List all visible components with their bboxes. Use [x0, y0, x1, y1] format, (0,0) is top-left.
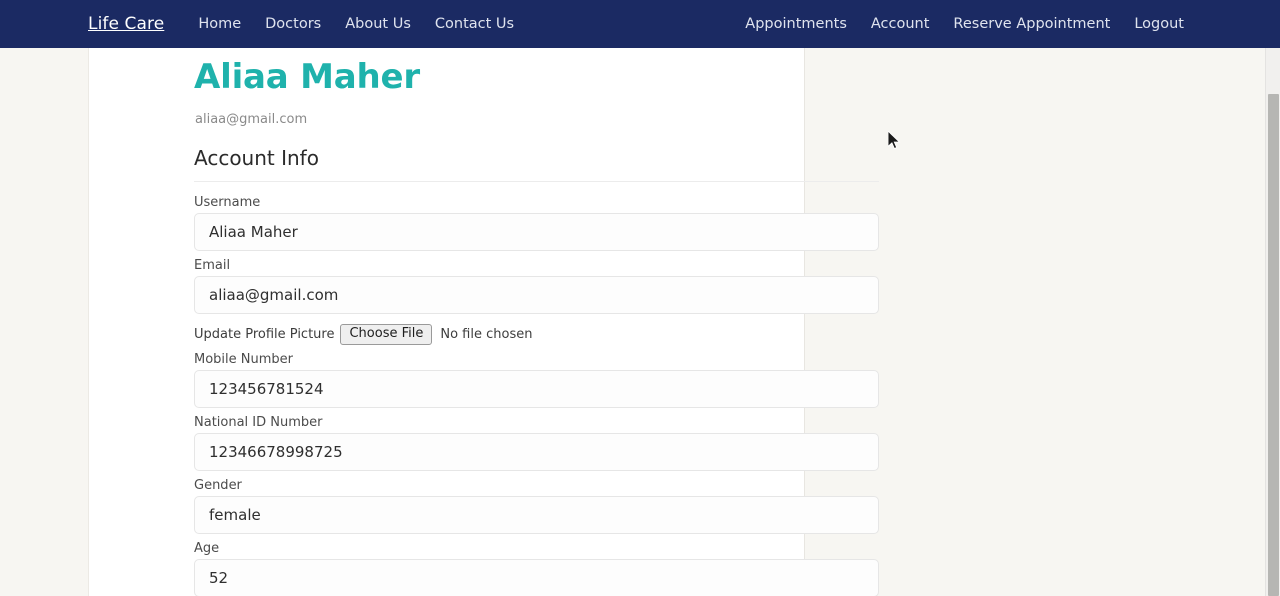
account-info-form: Username Email Update Profile Picture Ch… — [194, 196, 879, 596]
gender-input[interactable] — [194, 496, 879, 534]
navbar-right-group: Appointments Account Reserve Appointment… — [745, 16, 1184, 32]
field-group-mobile-number: Mobile Number — [194, 353, 879, 408]
nav-link-home[interactable]: Home — [198, 16, 241, 32]
label-mobile-number: Mobile Number — [194, 352, 293, 367]
national-id-input[interactable] — [194, 433, 879, 471]
user-email-text: aliaa@gmail.com — [195, 112, 308, 127]
section-heading-account-info: Account Info — [194, 146, 319, 170]
profile-card: Aliaa Maher aliaa@gmail.com Account Info… — [88, 0, 879, 596]
file-chosen-status: No file chosen — [440, 326, 533, 342]
age-input[interactable] — [194, 559, 879, 596]
nav-link-doctors[interactable]: Doctors — [265, 16, 321, 32]
label-username: Username — [194, 195, 261, 210]
choose-file-button[interactable]: Choose File — [340, 323, 433, 345]
field-group-username: Username — [194, 196, 879, 251]
nav-link-appointments[interactable]: Appointments — [745, 16, 847, 32]
navbar-left-group: Life Care Home Doctors About Us Contact … — [88, 14, 538, 34]
field-group-national-id: National ID Number — [194, 416, 879, 471]
page-title: Aliaa Maher — [194, 57, 420, 97]
mobile-number-input[interactable] — [194, 370, 879, 408]
field-group-email: Email — [194, 259, 879, 314]
label-email: Email — [194, 258, 231, 273]
label-gender: Gender — [194, 478, 242, 493]
label-national-id-number: National ID Number — [194, 415, 323, 430]
top-navbar: Life Care Home Doctors About Us Contact … — [0, 0, 1280, 48]
page-scroll-area: Aliaa Maher aliaa@gmail.com Account Info… — [0, 0, 1265, 596]
brand-logo-link[interactable]: Life Care — [88, 14, 164, 34]
nav-link-account[interactable]: Account — [871, 16, 930, 32]
nav-link-reserve-appointment[interactable]: Reserve Appointment — [953, 16, 1110, 32]
section-divider — [194, 181, 879, 182]
field-group-gender: Gender — [194, 479, 879, 534]
nav-link-logout[interactable]: Logout — [1134, 16, 1184, 32]
field-group-age: Age — [194, 542, 879, 596]
email-input[interactable] — [194, 276, 879, 314]
vertical-scrollbar-thumb[interactable] — [1268, 94, 1279, 596]
username-input[interactable] — [194, 213, 879, 251]
vertical-scrollbar-track[interactable] — [1265, 0, 1280, 596]
nav-link-contact-us[interactable]: Contact Us — [435, 16, 514, 32]
label-update-profile-picture: Update Profile Picture — [194, 326, 335, 342]
label-age: Age — [194, 541, 220, 556]
nav-link-about-us[interactable]: About Us — [345, 16, 411, 32]
profile-picture-upload-row: Update Profile Picture Choose File No fi… — [194, 322, 879, 346]
